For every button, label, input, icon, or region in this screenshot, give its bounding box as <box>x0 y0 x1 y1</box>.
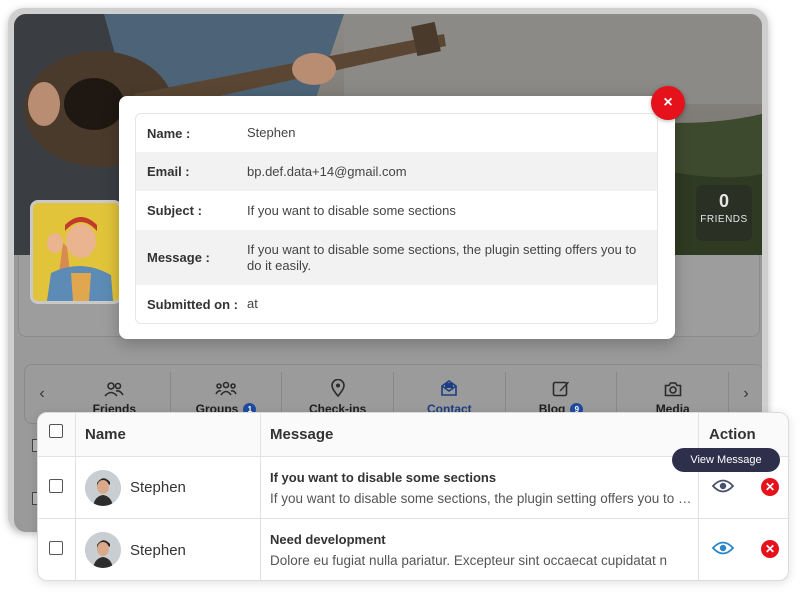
delete-icon[interactable]: ✕ <box>761 540 779 558</box>
header-name[interactable]: Name <box>76 413 261 456</box>
message-detail-table: Name : Stephen Email : bp.def.data+14@gm… <box>135 113 658 324</box>
detail-key: Subject : <box>147 203 202 218</box>
detail-value: Stephen <box>247 125 296 140</box>
detail-row-name: Name : Stephen <box>136 114 657 152</box>
detail-key: Submitted on : <box>147 296 238 312</box>
header-message[interactable]: Message <box>261 413 699 456</box>
header-check-cell <box>38 413 76 456</box>
row-action-cell: ✕ <box>699 519 788 580</box>
tab-check-ins[interactable]: Check-ins <box>282 372 395 416</box>
row-user-name[interactable]: Stephen <box>130 542 186 559</box>
row-name-cell: Stephen <box>76 457 261 518</box>
friends-count: 0 <box>718 191 729 211</box>
message-body: Dolore eu fugiat nulla pariatur. Excepte… <box>270 553 667 568</box>
row-name-cell: Stephen <box>76 519 261 580</box>
detail-key: Name : <box>147 125 191 141</box>
select-all-checkbox[interactable] <box>49 424 63 438</box>
tab-media[interactable]: Media <box>617 372 730 416</box>
message-subject: Need development <box>270 532 386 547</box>
message-detail-modal: Name : Stephen Email : bp.def.data+14@gm… <box>119 96 675 339</box>
avatar <box>85 469 121 506</box>
friends-icon <box>104 382 125 397</box>
tab-groups[interactable]: Groups 1 <box>171 372 283 416</box>
messages-table: Name Message Action Stephen If you want … <box>37 412 789 581</box>
friends-label: FRIENDS <box>700 214 748 225</box>
detail-row-submitted: Submitted on : at <box>136 285 657 323</box>
avatar <box>85 532 121 568</box>
close-icon[interactable]: × <box>651 86 685 120</box>
camera-icon <box>664 382 681 397</box>
detail-value: If you want to disable some sections <box>247 202 456 218</box>
friends-counter[interactable]: 0 FRIENDS <box>696 185 752 241</box>
chevron-right-icon[interactable]: › <box>729 385 762 403</box>
eye-icon[interactable] <box>712 479 734 493</box>
detail-row-message: Message : If you want to disable some se… <box>136 230 657 285</box>
message-body: If you want to disable some sections, th… <box>270 490 698 506</box>
row-check-cell <box>38 519 76 580</box>
profile-avatar[interactable] <box>30 200 122 304</box>
table-row[interactable]: Stephen Need development Dolore eu fugia… <box>38 519 788 580</box>
eye-icon[interactable] <box>712 541 734 555</box>
message-subject: If you want to disable some sections <box>270 469 497 485</box>
view-message-tooltip: View Message <box>672 448 780 472</box>
tab-blog[interactable]: Blog 9 <box>506 372 618 416</box>
detail-value: at <box>247 296 258 311</box>
detail-value: bp.def.data+14@gmail.com <box>247 163 407 179</box>
detail-key: Email : <box>147 164 190 179</box>
detail-row-email: Email : bp.def.data+14@gmail.com <box>136 152 657 191</box>
row-message-cell: Need development Dolore eu fugiat nulla … <box>261 519 699 580</box>
detail-key: Message : <box>147 250 210 265</box>
detail-row-subject: Subject : If you want to disable some se… <box>136 191 657 230</box>
tab-contact[interactable]: Contact <box>394 372 506 416</box>
edit-icon <box>552 381 570 397</box>
row-checkbox[interactable] <box>49 479 63 493</box>
tab-friends[interactable]: Friends <box>59 372 171 416</box>
row-checkbox[interactable] <box>49 541 63 555</box>
detail-value: If you want to disable some sections, th… <box>247 241 637 273</box>
contact-mail-icon <box>441 380 458 396</box>
delete-icon[interactable]: ✕ <box>761 478 779 496</box>
row-user-name[interactable]: Stephen <box>130 479 186 496</box>
row-message-cell: If you want to disable some sections If … <box>261 457 699 518</box>
location-pin-icon <box>330 379 345 397</box>
groups-icon <box>215 381 237 396</box>
row-check-cell <box>38 457 76 518</box>
chevron-left-icon[interactable]: ‹ <box>25 385 59 403</box>
